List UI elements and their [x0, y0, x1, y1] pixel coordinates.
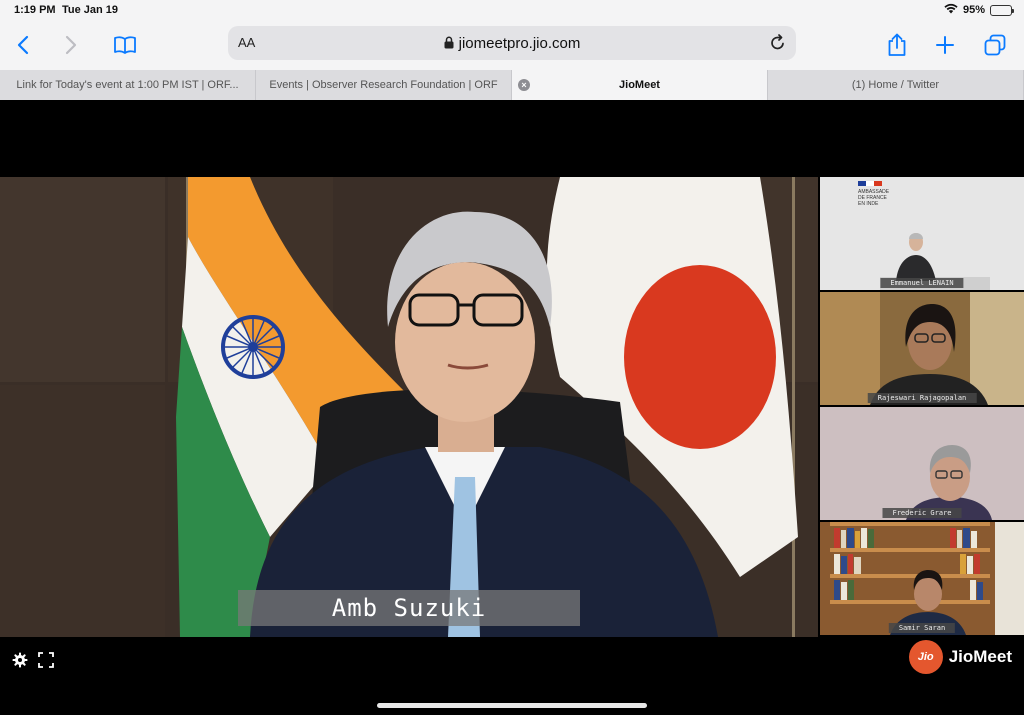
participant-tile[interactable]: Samir Saran — [820, 522, 1024, 635]
participant-name-label: Samir Saran — [888, 623, 956, 633]
share-icon[interactable] — [884, 32, 910, 58]
wifi-icon — [944, 3, 958, 17]
battery-icon — [990, 4, 1014, 16]
url-text: jiomeetpro.jio.com — [458, 35, 581, 52]
participant-tile[interactable]: Frederic Grare — [820, 407, 1024, 520]
reload-icon[interactable] — [770, 34, 786, 56]
backdrop-text: EN INDE — [858, 201, 879, 207]
url-display[interactable]: jiomeetpro.jio.com — [228, 35, 796, 53]
participant-name-label: Emmanuel LENAIN — [880, 278, 964, 288]
main-video-frame — [0, 177, 818, 637]
status-date: Tue Jan 19 — [62, 4, 119, 16]
participant-video: AMBASSADE DE FRANCE EN INDE — [820, 177, 1024, 290]
tab-orf-events[interactable]: Events | Observer Research Foundation | … — [256, 70, 512, 100]
status-bar: 1:19 PM Tue Jan 19 95% — [0, 0, 1024, 22]
participant-video — [820, 407, 1024, 520]
tab-label: JioMeet — [619, 79, 660, 91]
tab-label: (1) Home / Twitter — [851, 79, 940, 91]
address-bar[interactable]: AA jiomeetpro.jio.com — [228, 26, 796, 60]
close-tab-icon[interactable]: × — [518, 79, 530, 91]
tab-twitter[interactable]: (1) Home / Twitter — [768, 70, 1024, 100]
participants-panel: AMBASSADE DE FRANCE EN INDE Emmanuel LEN… — [818, 177, 1024, 637]
browser-toolbar: AA jiomeetpro.jio.com — [0, 22, 1024, 70]
tab-jiomeet[interactable]: × JioMeet — [512, 70, 768, 100]
jiomeet-brand: Jio JioMeet — [908, 640, 1012, 674]
tab-label: Events | Observer Research Foundation | … — [269, 79, 498, 91]
main-speaker-video[interactable]: Amb Suzuki — [0, 177, 818, 637]
home-indicator[interactable] — [377, 703, 647, 708]
plus-icon[interactable] — [932, 32, 958, 58]
brand-name: JioMeet — [948, 647, 1012, 666]
settings-gear-icon[interactable] — [12, 652, 28, 673]
fullscreen-icon[interactable] — [38, 652, 54, 673]
jio-logo-icon: Jio — [908, 640, 943, 674]
participant-video — [820, 292, 1024, 405]
meeting-controls — [12, 652, 54, 673]
tab-bar: Link for Today's event at 1:00 PM IST | … — [0, 70, 1024, 100]
tab-label: Link for Today's event at 1:00 PM IST | … — [16, 79, 239, 91]
back-icon[interactable] — [10, 32, 36, 58]
battery-percent: 95% — [962, 4, 985, 16]
meeting-view: Amb Suzuki AMBASSADE DE FRANCE EN INDE E… — [0, 100, 1024, 715]
status-time: 1:19 PM — [14, 4, 56, 16]
participant-video — [820, 522, 1024, 635]
participant-tile[interactable]: Rajeswari Rajagopalan — [820, 292, 1024, 405]
tab-orf-event-link[interactable]: Link for Today's event at 1:00 PM IST | … — [0, 70, 256, 100]
bookmarks-icon[interactable] — [112, 32, 138, 58]
tabs-icon[interactable] — [982, 32, 1008, 58]
forward-icon[interactable] — [58, 32, 84, 58]
lock-icon — [444, 36, 454, 53]
speaker-name-label: Amb Suzuki — [238, 590, 580, 626]
participant-tile[interactable]: AMBASSADE DE FRANCE EN INDE Emmanuel LEN… — [820, 177, 1024, 290]
status-right: 95% — [944, 3, 1014, 17]
participant-name-label: Frederic Grare — [882, 508, 962, 518]
participant-name-label: Rajeswari Rajagopalan — [867, 393, 977, 403]
